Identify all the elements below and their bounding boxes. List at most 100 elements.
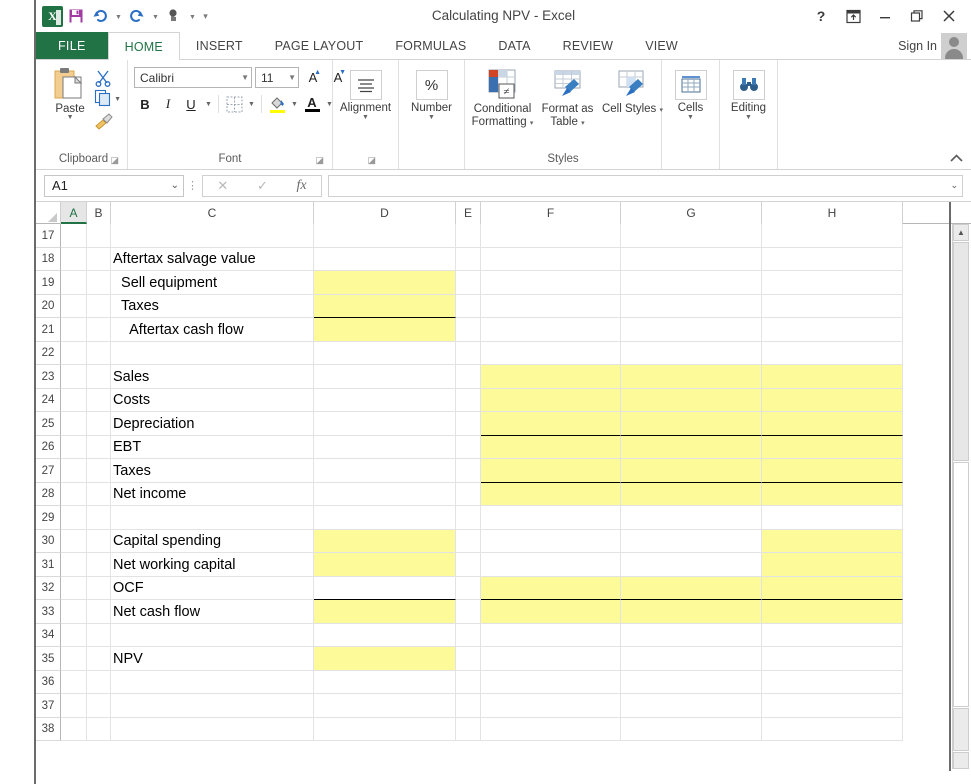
row-header-28[interactable]: 28 [36,483,61,506]
name-box-dropdown-icon[interactable]: ⌄ [171,180,179,191]
cell-H23[interactable] [762,365,903,389]
cell-styles-button[interactable]: Cell Styles ▾ [601,68,664,116]
cell-C20[interactable]: Taxes [111,295,314,318]
cell-D18[interactable] [314,248,456,271]
cell-F33[interactable] [481,600,621,624]
cell-H24[interactable] [762,389,903,412]
column-header-b[interactable]: B [87,202,111,224]
borders-button[interactable] [223,93,245,115]
cell-G18[interactable] [621,248,762,271]
cell-E28[interactable] [456,483,481,506]
scrollbar-lower-region[interactable] [953,708,969,751]
touch-mode-icon[interactable] [163,5,185,27]
cell-F31[interactable] [481,553,621,577]
cell-B17[interactable] [87,224,111,248]
row-header-17[interactable]: 17 [36,224,61,248]
cell-H34[interactable] [762,624,903,647]
column-header-d[interactable]: D [314,202,456,224]
tab-review[interactable]: REVIEW [547,32,630,59]
tab-data[interactable]: DATA [482,32,546,59]
cell-H37[interactable] [762,694,903,718]
cell-B24[interactable] [87,389,111,412]
cell-D29[interactable] [314,506,456,530]
cell-A32[interactable] [61,577,87,600]
cell-F29[interactable] [481,506,621,530]
cells-button[interactable]: Cells ▼ [660,64,722,121]
cell-G29[interactable] [621,506,762,530]
row-header-32[interactable]: 32 [36,577,61,600]
cell-H31[interactable] [762,553,903,577]
cell-H32[interactable] [762,577,903,600]
cell-A36[interactable] [61,671,87,694]
cell-D25[interactable] [314,412,456,436]
scroll-up-icon[interactable]: ▲ [953,224,969,241]
cell-D28[interactable] [314,483,456,506]
cell-G22[interactable] [621,342,762,365]
row-header-26[interactable]: 26 [36,436,61,459]
cell-B25[interactable] [87,412,111,436]
row-header-37[interactable]: 37 [36,694,61,718]
cell-A28[interactable] [61,483,87,506]
cell-A20[interactable] [61,295,87,318]
cell-G24[interactable] [621,389,762,412]
cell-C37[interactable] [111,694,314,718]
cell-F21[interactable] [481,318,621,342]
cell-C34[interactable] [111,624,314,647]
redo-icon[interactable] [126,5,148,27]
cell-H28[interactable] [762,483,903,506]
cell-C35[interactable]: NPV [111,647,314,671]
cell-F30[interactable] [481,530,621,553]
cell-C38[interactable] [111,718,314,741]
row-header-24[interactable]: 24 [36,389,61,412]
cell-F24[interactable] [481,389,621,412]
cell-G35[interactable] [621,647,762,671]
restore-icon[interactable] [901,2,933,30]
cell-G17[interactable] [621,224,762,248]
row-header-21[interactable]: 21 [36,318,61,342]
cell-C29[interactable] [111,506,314,530]
cell-D30[interactable] [314,530,456,553]
column-header-g[interactable]: G [621,202,762,224]
cell-G19[interactable] [621,271,762,295]
conditional-formatting-button[interactable]: ≠ Conditional Formatting ▾ [471,68,534,129]
conditional-formatting-dropdown-icon[interactable]: ▾ [530,120,534,127]
cell-B29[interactable] [87,506,111,530]
tab-insert[interactable]: INSERT [180,32,259,59]
cell-D21[interactable] [314,318,456,342]
cell-D35[interactable] [314,647,456,671]
cell-G34[interactable] [621,624,762,647]
row-header-30[interactable]: 30 [36,530,61,553]
cell-C19[interactable]: Sell equipment [111,271,314,295]
cell-C36[interactable] [111,671,314,694]
cell-A19[interactable] [61,271,87,295]
cell-C23[interactable]: Sales [111,365,314,389]
cell-A25[interactable] [61,412,87,436]
undo-dropdown-icon[interactable]: ▼ [113,5,124,27]
cell-D27[interactable] [314,459,456,483]
row-header-20[interactable]: 20 [36,295,61,318]
help-button[interactable]: ? [805,2,837,30]
cell-D20[interactable] [314,295,456,318]
cell-D17[interactable] [314,224,456,248]
cell-E32[interactable] [456,577,481,600]
cell-H20[interactable] [762,295,903,318]
cell-E38[interactable] [456,718,481,741]
cell-D34[interactable] [314,624,456,647]
column-header-e[interactable]: E [456,202,481,224]
confirm-icon[interactable]: ✓ [257,178,268,194]
cell-G26[interactable] [621,436,762,459]
cell-E18[interactable] [456,248,481,271]
cell-F28[interactable] [481,483,621,506]
cell-E21[interactable] [456,318,481,342]
cell-B27[interactable] [87,459,111,483]
editing-button[interactable]: Editing ▼ [718,64,780,121]
underline-button[interactable]: U [180,93,202,115]
cell-A31[interactable] [61,553,87,577]
cell-B21[interactable] [87,318,111,342]
customize-qat-icon[interactable]: ▾ [200,5,211,27]
row-header-23[interactable]: 23 [36,365,61,389]
bold-button[interactable]: B [134,93,156,115]
font-name-input[interactable]: Calibri ▼ [134,67,252,88]
cell-C21[interactable]: Aftertax cash flow [111,318,314,342]
column-header-f[interactable]: F [481,202,621,224]
